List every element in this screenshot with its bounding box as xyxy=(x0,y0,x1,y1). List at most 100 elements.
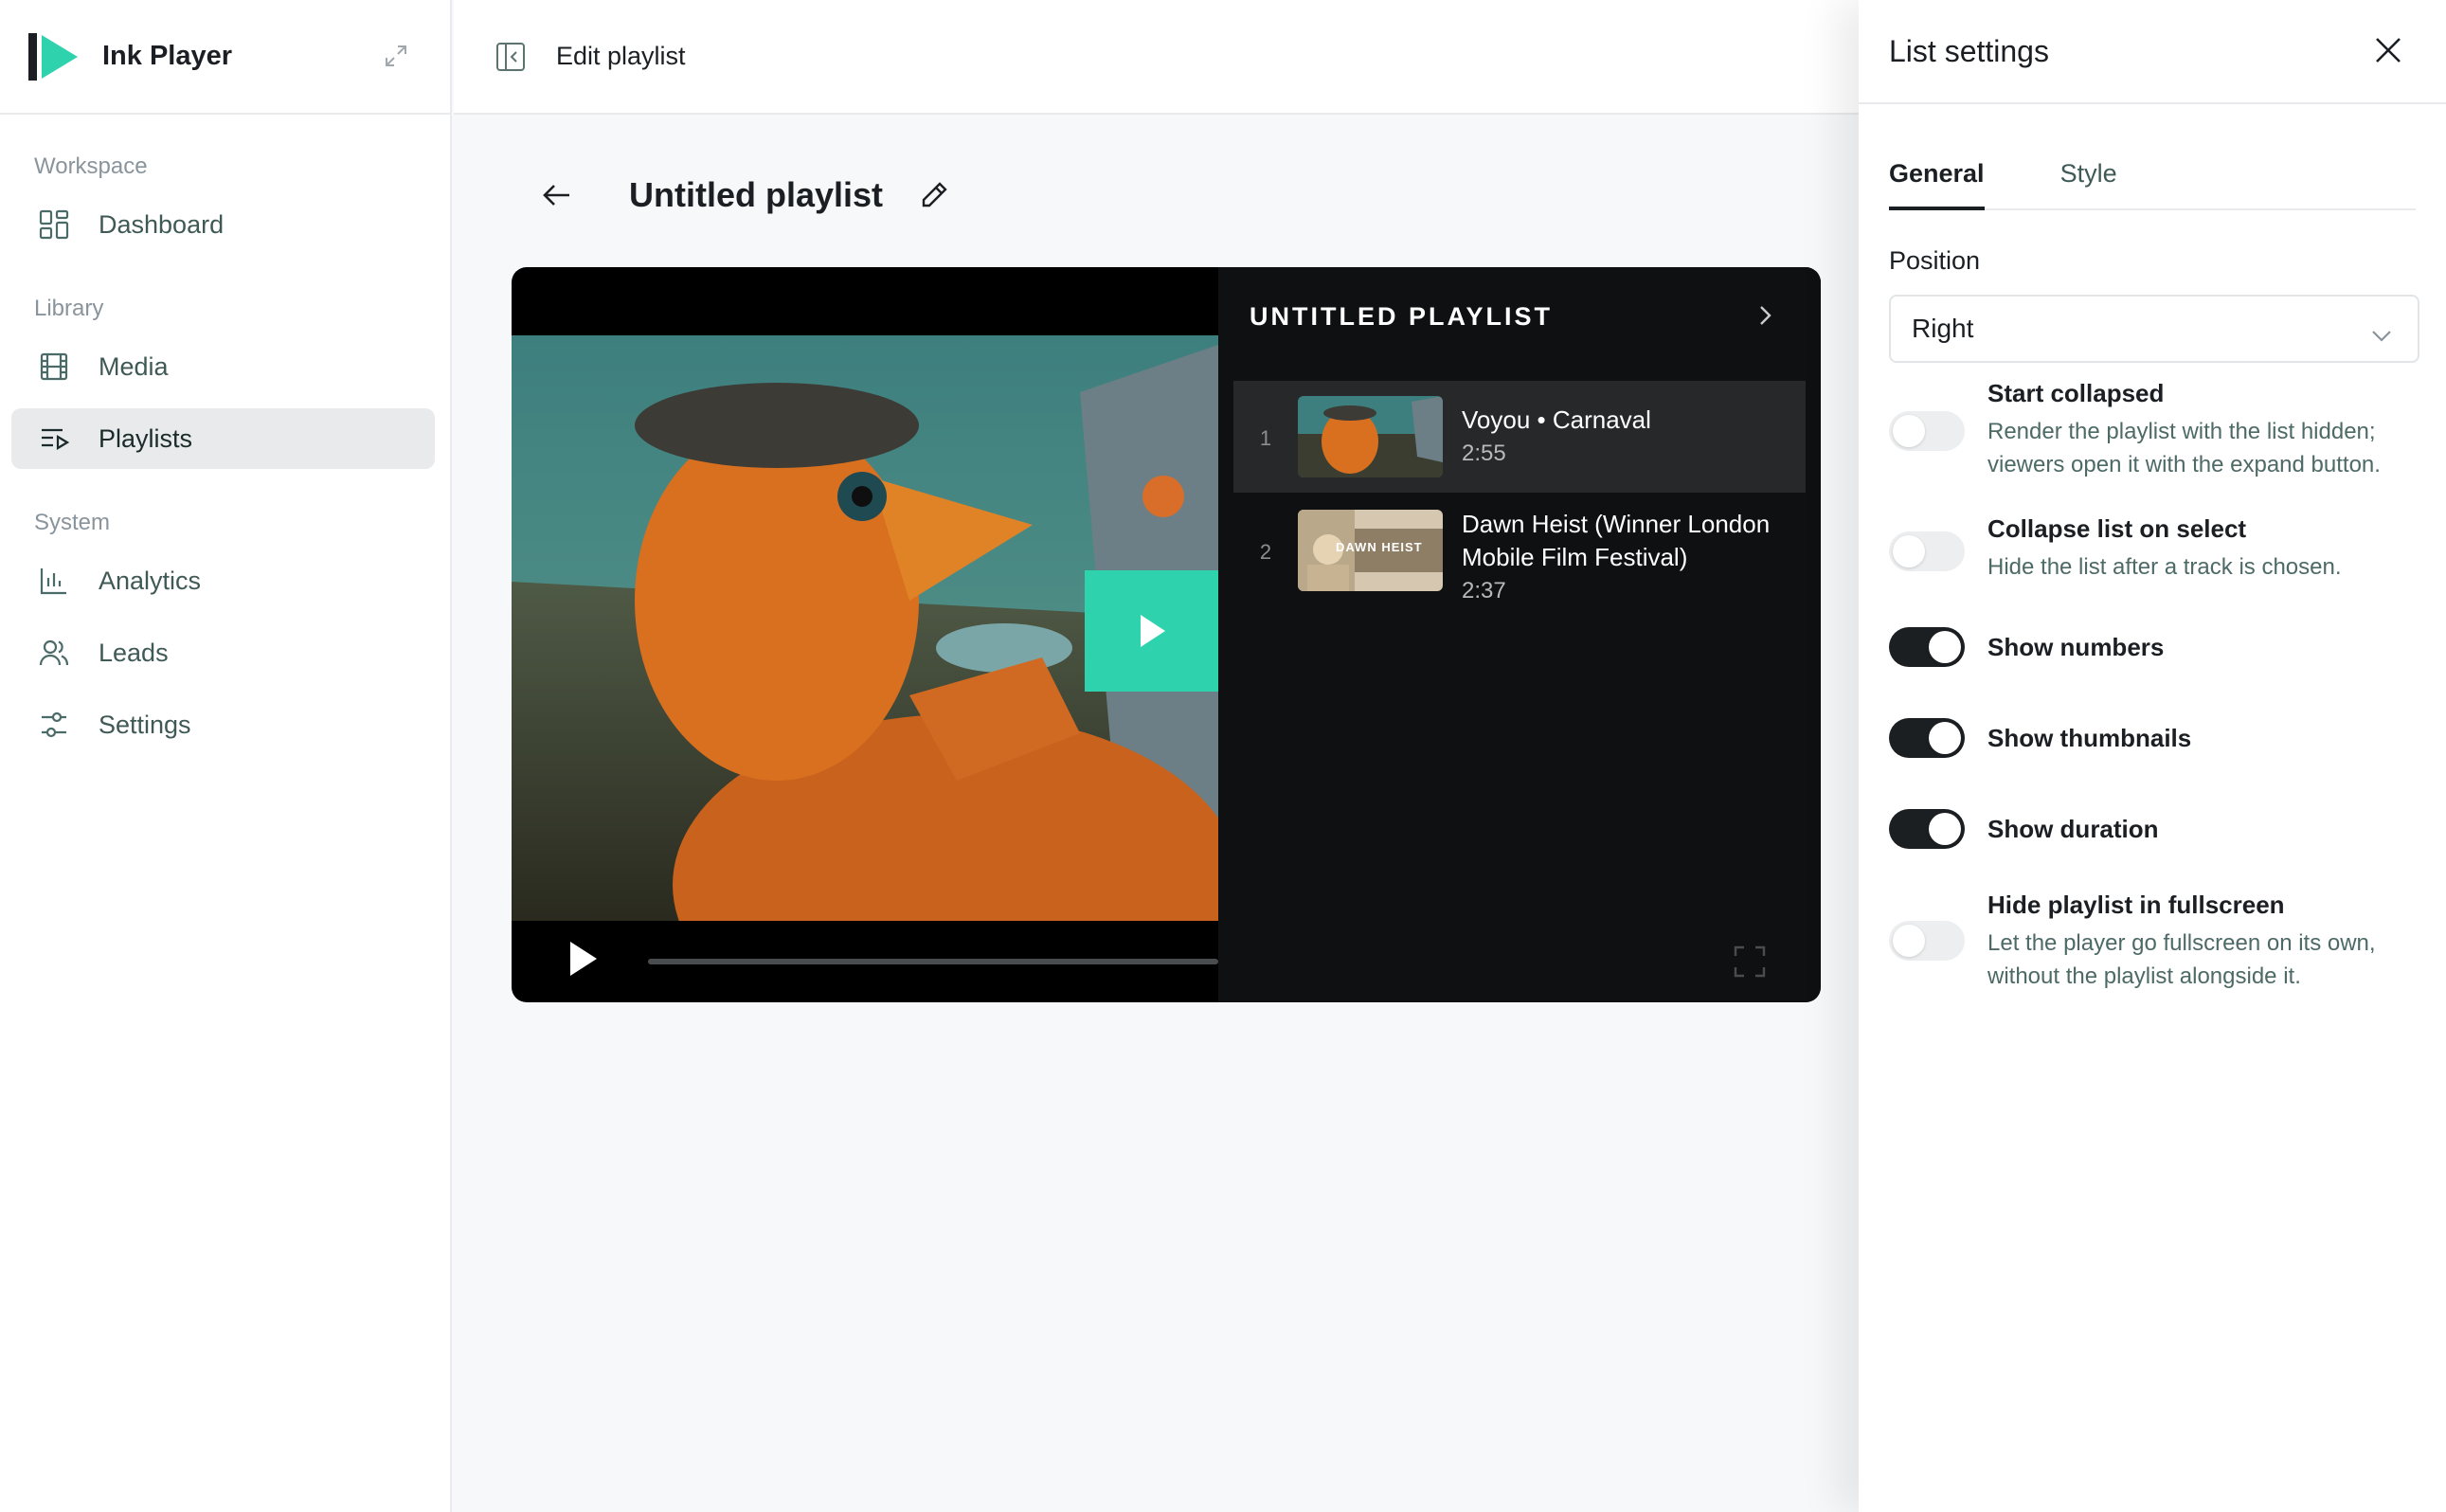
sidebar-item-label: Media xyxy=(99,351,169,381)
sidebar-item-analytics[interactable]: Analytics xyxy=(11,550,435,611)
play-icon xyxy=(1141,615,1165,647)
track-title: Voyou • Carnaval xyxy=(1462,405,1651,434)
playlist-title: UNTITLED PLAYLIST xyxy=(1250,301,1554,331)
show-duration-toggle[interactable] xyxy=(1889,809,1965,849)
thumbnail-caption: DAWN HEIST xyxy=(1336,540,1423,554)
sliders-icon xyxy=(38,709,70,741)
option-description: Hide the list after a track is chosen. xyxy=(1987,554,2342,580)
show-thumbnails-toggle[interactable] xyxy=(1889,718,1965,758)
playlist-track[interactable]: 2 DAWN HEIST Dawn Heist (Winner London M… xyxy=(1233,495,1806,606)
option-start-collapsed: Start collapsed Render the playlist with… xyxy=(1889,379,2419,483)
brand: Ink Player xyxy=(0,0,450,115)
position-value: Right xyxy=(1912,314,1974,343)
expand-icon[interactable] xyxy=(384,44,408,68)
nav-section-label: Workspace xyxy=(34,153,148,179)
toggle-knob xyxy=(1893,535,1925,567)
playlist-track[interactable]: 1 Voyou • Carnaval 2:55 xyxy=(1233,381,1806,493)
list-settings-panel: List settings General Style Position Rig… xyxy=(1859,0,2446,1512)
option-title: Show numbers xyxy=(1987,633,2165,661)
track-number: 2 xyxy=(1259,540,1272,564)
sidebar-item-dashboard[interactable]: Dashboard xyxy=(11,194,435,255)
collapse-on-select-toggle[interactable] xyxy=(1889,531,1965,571)
player-controls xyxy=(512,921,1821,1002)
sidebar: Ink Player Workspace Dashboard Library M… xyxy=(0,0,452,1512)
back-arrow-icon[interactable] xyxy=(540,178,574,212)
option-description: Let the player go fullscreen on its own,… xyxy=(1987,930,2376,989)
sidebar-item-label: Analytics xyxy=(99,566,202,595)
sidebar-item-label: Dashboard xyxy=(99,209,225,239)
track-meta: Dawn Heist (Winner London Mobile Film Fe… xyxy=(1462,495,1795,606)
sidebar-item-label: Settings xyxy=(99,710,191,739)
sidebar-item-media[interactable]: Media xyxy=(11,336,435,397)
track-thumbnail: DAWN HEIST xyxy=(1298,510,1443,591)
track-meta: Voyou • Carnaval 2:55 xyxy=(1462,381,1795,493)
panel-header: List settings xyxy=(1859,0,2446,104)
nav-section-library: Library Media Playlists xyxy=(0,293,450,469)
track-thumbnail xyxy=(1298,396,1443,477)
nav-section-system: System Analytics Leads Settings xyxy=(0,507,450,755)
track-number: 1 xyxy=(1259,426,1272,450)
page-header: Untitled playlist xyxy=(540,169,949,222)
tab-label: Style xyxy=(2059,159,2117,188)
show-numbers-toggle[interactable] xyxy=(1889,627,1965,667)
position-select[interactable]: Right xyxy=(1889,295,2419,363)
tab-general[interactable]: General xyxy=(1889,148,1985,210)
option-show-duration: Show duration xyxy=(1889,807,2419,849)
fullscreen-icon[interactable] xyxy=(1734,945,1766,978)
toggle-knob xyxy=(1929,631,1961,663)
topbar-title: Edit playlist xyxy=(556,42,686,70)
users-icon xyxy=(38,637,70,669)
ink-player-logo-icon xyxy=(28,31,80,82)
app-name: Ink Player xyxy=(102,41,233,71)
nav-section-label: System xyxy=(34,510,111,535)
panel-title: List settings xyxy=(1889,33,2049,68)
option-title: Show thumbnails xyxy=(1987,724,2192,752)
panel-tabs: General Style xyxy=(1889,148,2416,210)
sidebar-item-label: Leads xyxy=(99,638,169,667)
option-title: Hide playlist in fullscreen xyxy=(1987,891,2285,919)
nav-section-workspace: Workspace Dashboard xyxy=(0,151,450,255)
tab-style[interactable]: Style xyxy=(2060,148,2117,210)
film-icon xyxy=(38,351,70,383)
topbar: Edit playlist xyxy=(454,0,1860,115)
toggle-knob xyxy=(1893,925,1925,957)
play-icon[interactable] xyxy=(568,940,599,978)
start-collapsed-toggle[interactable] xyxy=(1889,411,1965,451)
page-title: Untitled playlist xyxy=(629,175,884,214)
tab-label: General xyxy=(1889,159,1985,188)
hide-in-fullscreen-toggle[interactable] xyxy=(1889,921,1965,961)
option-collapse-on-select: Collapse list on select Hide the list af… xyxy=(1889,514,2419,590)
toggle-knob xyxy=(1929,722,1961,754)
option-title: Show duration xyxy=(1987,815,2159,843)
video-player: UNTITLED PLAYLIST 1 Voyou • Carnaval 2:5… xyxy=(512,267,1821,1002)
pencil-icon[interactable] xyxy=(919,180,949,210)
toggle-knob xyxy=(1929,813,1961,845)
option-hide-in-fullscreen: Hide playlist in fullscreen Let the play… xyxy=(1889,891,2419,995)
track-duration: 2:37 xyxy=(1462,578,1506,603)
big-play-button[interactable] xyxy=(1085,570,1219,692)
dashboard-icon xyxy=(38,208,70,241)
sidebar-item-leads[interactable]: Leads xyxy=(11,622,435,683)
bar-chart-icon xyxy=(38,565,70,597)
track-title: Dawn Heist (Winner London Mobile Film Fe… xyxy=(1462,510,1771,571)
playlist-icon xyxy=(38,423,70,455)
option-show-thumbnails: Show thumbnails xyxy=(1889,716,2419,758)
sidebar-item-label: Playlists xyxy=(99,423,193,453)
sidebar-item-settings[interactable]: Settings xyxy=(11,694,435,755)
chevron-right-icon[interactable] xyxy=(1753,303,1777,328)
option-show-numbers: Show numbers xyxy=(1889,625,2419,667)
playlist-header: UNTITLED PLAYLIST xyxy=(1218,267,1821,366)
toggle-knob xyxy=(1893,415,1925,447)
progress-bar[interactable] xyxy=(648,959,1218,964)
nav-section-label: Library xyxy=(34,296,104,321)
close-icon[interactable] xyxy=(2372,34,2404,66)
option-title: Collapse list on select xyxy=(1987,514,2247,543)
position-label: Position xyxy=(1889,246,1981,275)
sidebar-toggle-icon[interactable] xyxy=(495,42,526,72)
option-title: Start collapsed xyxy=(1987,379,2165,407)
track-duration: 2:55 xyxy=(1462,441,1506,466)
playlist-panel: UNTITLED PLAYLIST 1 Voyou • Carnaval 2:5… xyxy=(1218,267,1821,1002)
chevron-down-icon xyxy=(2370,321,2393,342)
sidebar-item-playlists[interactable]: Playlists xyxy=(11,408,435,469)
option-description: Render the playlist with the list hidden… xyxy=(1987,419,2381,477)
